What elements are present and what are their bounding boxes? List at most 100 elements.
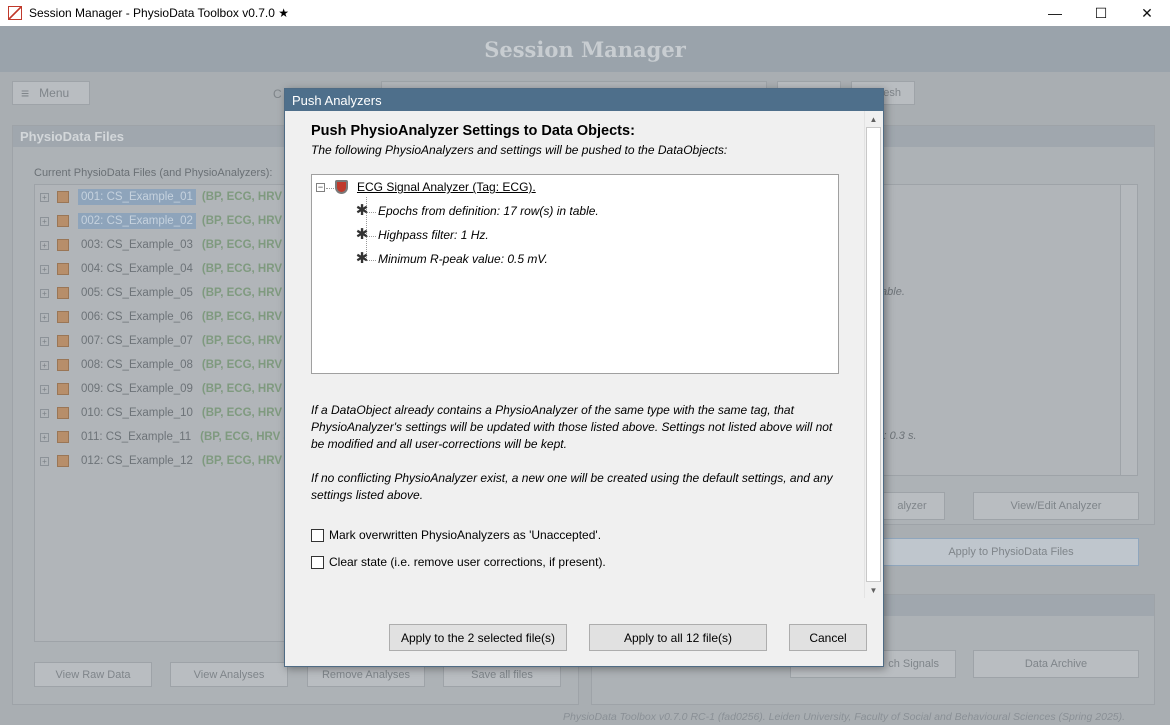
clear-state-option[interactable]: Clear state (i.e. remove user correction… [311, 555, 606, 569]
app-icon [8, 6, 22, 20]
file-cube-icon [57, 191, 69, 203]
file-cube-icon [57, 287, 69, 299]
apply-all-button[interactable]: Apply to all 12 file(s) [589, 624, 767, 651]
footer-text: PhysioData Toolbox v0.7.0 RC-1 (fad0256)… [563, 711, 1126, 723]
file-cube-icon [57, 359, 69, 371]
clear-state-label: Clear state (i.e. remove user correction… [329, 555, 606, 569]
menu-icon: ≡ [21, 85, 30, 101]
file-cube-icon [57, 215, 69, 227]
window-titlebar: Session Manager - PhysioData Toolbox v0.… [0, 0, 1170, 26]
expand-icon[interactable]: + [40, 432, 49, 442]
banner-title: Session Manager [484, 36, 686, 62]
expand-icon[interactable]: + [40, 312, 49, 322]
file-cube-icon [57, 263, 69, 275]
file-tags: (BP, ECG, HRV a [201, 239, 292, 251]
file-cube-icon [57, 311, 69, 323]
file-tags: (BP, ECG, HRV a [201, 383, 292, 395]
files-list-label: Current PhysioData Files (and PhysioAnal… [34, 167, 273, 179]
expand-icon[interactable]: + [40, 408, 49, 418]
file-tags: (BP, ECG, HRV a [201, 335, 292, 347]
gear-icon: ✱ [355, 250, 369, 267]
dialog-subheading: The following PhysioAnalyzers and settin… [311, 143, 728, 157]
clear-state-checkbox[interactable] [311, 555, 324, 569]
file-cube-icon [57, 431, 69, 443]
tree-child-label: Highpass filter: 1 Hz. [378, 228, 489, 242]
tree-child-label: Epochs from definition: 17 row(s) in tab… [378, 204, 599, 218]
expand-icon[interactable]: + [40, 192, 49, 202]
view-raw-data-button[interactable]: View Raw Data [34, 662, 152, 687]
mark-unaccepted-label: Mark overwritten PhysioAnalyzers as 'Una… [329, 528, 602, 542]
tree-node-ecg-analyzer[interactable]: − ECG Signal Analyzer (Tag: ECG). [316, 180, 536, 194]
file-cube-icon [57, 239, 69, 251]
file-tags: (BP, ECG, HRV a [201, 191, 292, 203]
expand-icon[interactable]: + [40, 288, 49, 298]
file-name: 008: CS_Example_08 [81, 359, 193, 371]
info-paragraph-2: If no conflicting PhysioAnalyzer exist, … [311, 471, 833, 502]
file-tags: (BP, ECG, HRV a [201, 215, 292, 227]
gear-icon: ✱ [355, 226, 369, 243]
window-title: Session Manager - PhysioData Toolbox v0.… [29, 6, 290, 20]
file-tags: (BP, ECG, HRV a [201, 287, 292, 299]
file-name: 011: CS_Example_11 [81, 431, 192, 443]
analyzer-scrollbar[interactable] [1120, 185, 1137, 475]
expand-icon[interactable]: + [40, 264, 49, 274]
tree-child[interactable]: ✱ Highpass filter: 1 Hz. [355, 226, 489, 243]
file-name: 001: CS_Example_01 [78, 189, 196, 205]
tree-node-label: ECG Signal Analyzer (Tag: ECG). [357, 180, 536, 194]
file-cube-icon [57, 335, 69, 347]
expand-icon[interactable]: + [40, 456, 49, 466]
minimize-button[interactable]: — [1032, 0, 1078, 26]
gear-icon: ✱ [355, 202, 369, 219]
close-window-button[interactable]: ✕ [1124, 0, 1170, 26]
collapse-icon[interactable]: − [316, 182, 325, 192]
dialog-heading: Push PhysioAnalyzer Settings to Data Obj… [311, 123, 635, 139]
file-tags: (BP, ECG, HRV a [201, 407, 292, 419]
file-cube-icon [57, 407, 69, 419]
scroll-thumb[interactable] [866, 127, 881, 582]
app-banner: Session Manager [0, 26, 1170, 72]
add-analyzer-button[interactable]: alyzer [879, 492, 945, 520]
tree-child[interactable]: ✱ Minimum R-peak value: 0.5 mV. [355, 250, 548, 267]
menu-label: Menu [39, 86, 70, 100]
file-name: 009: CS_Example_09 [81, 383, 193, 395]
expand-icon[interactable]: + [40, 216, 49, 226]
dialog-content: Push PhysioAnalyzer Settings to Data Obj… [285, 111, 883, 599]
dialog-scrollbar[interactable]: ▲ ▼ [864, 111, 882, 598]
file-tags: (BP, ECG, HRV a [201, 359, 292, 371]
mark-unaccepted-option[interactable]: Mark overwritten PhysioAnalyzers as 'Una… [311, 528, 601, 542]
apply-to-files-button[interactable]: Apply to PhysioData Files [883, 538, 1139, 566]
analyzer-tree[interactable]: − ECG Signal Analyzer (Tag: ECG). ✱ Epoc… [311, 174, 839, 374]
maximize-button[interactable]: ☐ [1078, 0, 1124, 26]
file-cube-icon [57, 383, 69, 395]
scroll-up-icon[interactable]: ▲ [865, 111, 882, 127]
push-analyzers-dialog: Push Analyzers Push PhysioAnalyzer Setti… [284, 88, 884, 667]
file-name: 007: CS_Example_07 [81, 335, 193, 347]
scroll-down-icon[interactable]: ▼ [865, 582, 882, 598]
tree-child[interactable]: ✱ Epochs from definition: 17 row(s) in t… [355, 202, 599, 219]
file-tags: (BP, ECG, HRV a [201, 455, 292, 467]
file-name: 010: CS_Example_10 [81, 407, 193, 419]
file-tags: (BP, ECG, HRV a [201, 311, 292, 323]
file-name: 006: CS_Example_06 [81, 311, 193, 323]
tree-child-label: Minimum R-peak value: 0.5 mV. [378, 252, 548, 266]
apply-selected-button[interactable]: Apply to the 2 selected file(s) [389, 624, 567, 651]
expand-icon[interactable]: + [40, 240, 49, 250]
expand-icon[interactable]: + [40, 336, 49, 346]
file-name: 012: CS_Example_12 [81, 455, 193, 467]
refresh-label: esh [883, 87, 901, 99]
cancel-button[interactable]: Cancel [789, 624, 867, 651]
view-edit-analyzer-button[interactable]: View/Edit Analyzer [973, 492, 1139, 520]
file-name: 004: CS_Example_04 [81, 263, 193, 275]
info-paragraph-1: If a DataObject already contains a Physi… [311, 403, 833, 451]
expand-icon[interactable]: + [40, 360, 49, 370]
data-archive-button[interactable]: Data Archive [973, 650, 1139, 678]
file-tags: (BP, ECG, HRV a [200, 431, 290, 443]
menu-button[interactable]: ≡ Menu [12, 81, 90, 105]
file-tags: (BP, ECG, HRV a [201, 263, 292, 275]
mark-unaccepted-checkbox[interactable] [311, 528, 324, 542]
file-name: 005: CS_Example_05 [81, 287, 193, 299]
view-analyses-button[interactable]: View Analyses [170, 662, 288, 687]
expand-icon[interactable]: + [40, 384, 49, 394]
toolbar-label-fragment: C [273, 87, 282, 101]
dialog-title: Push Analyzers [285, 89, 883, 111]
